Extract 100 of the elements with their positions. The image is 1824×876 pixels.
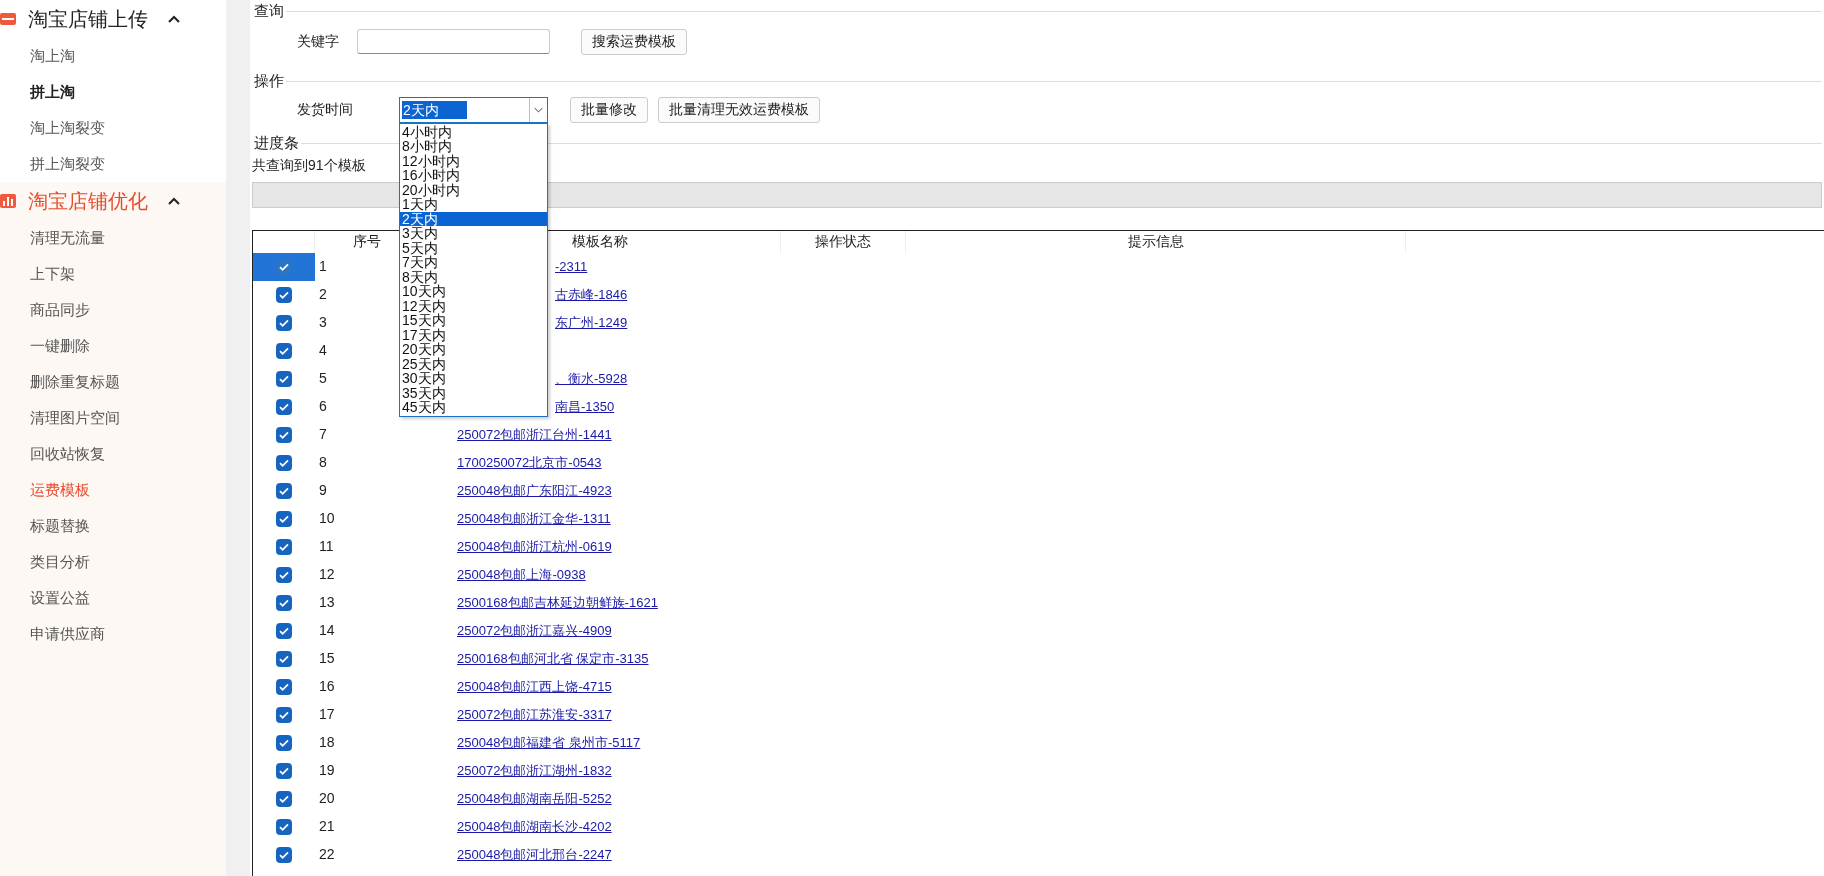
sidebar-group-title[interactable]: 淘宝店铺优化 — [28, 186, 148, 216]
checkbox[interactable] — [276, 594, 292, 611]
dropdown-option[interactable]: 35天内 — [400, 385, 547, 400]
checkbox[interactable] — [276, 734, 292, 751]
selected-cell[interactable] — [253, 252, 315, 281]
template-link[interactable]: 250072包邮浙江湖州-1832 — [457, 763, 612, 778]
checkbox[interactable] — [276, 678, 292, 695]
template-link[interactable]: 、衡水-5928 — [555, 371, 628, 386]
checkbox[interactable] — [276, 818, 292, 835]
column-header: 提示信息 — [906, 230, 1406, 253]
row-number: 11 — [319, 538, 334, 554]
template-link[interactable]: 250048包邮河北邢台-2247 — [457, 847, 612, 862]
dropdown-option[interactable]: 20小时内 — [400, 182, 547, 197]
dropdown-option[interactable]: 7天内 — [400, 255, 547, 270]
checkbox[interactable] — [276, 566, 292, 583]
checkbox[interactable] — [276, 398, 292, 415]
template-link[interactable]: 东广州-1249 — [555, 315, 628, 330]
dropdown-option[interactable]: 16小时内 — [400, 168, 547, 183]
batch-button[interactable]: 批量清理无效运费模板 — [658, 96, 820, 123]
template-link[interactable]: 250048包邮上海-0938 — [457, 567, 586, 582]
column-header: 操作状态 — [781, 230, 906, 253]
dropdown-option[interactable]: 10天内 — [400, 284, 547, 299]
sidebar-item[interactable]: 拼上淘 — [30, 80, 75, 104]
template-link[interactable]: 南昌-1350 — [555, 399, 615, 414]
checkbox[interactable] — [276, 370, 292, 387]
row-number: 14 — [319, 622, 335, 638]
template-link[interactable]: 2500168包邮河北省 保定市-3135 — [457, 651, 649, 666]
dropdown-option[interactable]: 30天内 — [400, 371, 547, 386]
sidebar-item[interactable]: 回收站恢复 — [30, 442, 105, 466]
template-link[interactable]: 250048包邮江西上饶-4715 — [457, 679, 612, 694]
template-link[interactable]: -2311 — [555, 259, 588, 274]
row-number: 10 — [319, 510, 335, 526]
dropdown-option[interactable]: 3天内 — [400, 226, 547, 241]
checkbox[interactable] — [276, 258, 292, 275]
dropdown-option[interactable]: 12天内 — [400, 298, 547, 313]
row-number: 21 — [319, 818, 335, 834]
template-link[interactable]: 古赤峰-1846 — [555, 287, 628, 302]
sidebar-item[interactable]: 清理无流量 — [30, 226, 105, 250]
dropdown-option[interactable]: 4小时内 — [400, 124, 547, 139]
dropdown-option[interactable]: 15天内 — [400, 313, 547, 328]
search-button[interactable]: 搜索运费模板 — [581, 28, 687, 55]
dropdown-option[interactable]: 5天内 — [400, 240, 547, 255]
sidebar-item[interactable]: 类目分析 — [30, 550, 90, 574]
checkbox[interactable] — [276, 426, 292, 443]
checkbox[interactable] — [276, 510, 292, 527]
template-link[interactable]: 2500168包邮吉林延边朝鲜族-1621 — [457, 595, 658, 610]
checkbox[interactable] — [276, 622, 292, 639]
checkbox[interactable] — [276, 286, 292, 303]
sidebar-item[interactable]: 删除重复标题 — [30, 370, 120, 394]
sidebar-item[interactable]: 标题替换 — [30, 514, 90, 538]
sidebar-item[interactable]: 拼上淘裂变 — [30, 152, 105, 176]
template-link[interactable]: 250048包邮浙江金华-1311 — [457, 511, 611, 526]
checkbox[interactable] — [276, 790, 292, 807]
template-link[interactable]: 250072包邮江苏淮安-3317 — [457, 707, 612, 722]
dropdown-option[interactable]: 45天内 — [400, 400, 547, 415]
checkbox[interactable] — [276, 342, 292, 359]
sidebar-item[interactable]: 一键删除 — [30, 334, 90, 358]
checkbox[interactable] — [276, 454, 292, 471]
row-number: 18 — [319, 734, 335, 750]
template-link[interactable]: 250048包邮广东阳江-4923 — [457, 483, 612, 498]
template-link[interactable]: 1700250072北京市-0543 — [457, 455, 602, 470]
template-link[interactable]: 250048包邮湖南长沙-4202 — [457, 819, 612, 834]
template-link[interactable]: 250048包邮浙江杭州-0619 — [457, 539, 612, 554]
sidebar-item[interactable]: 运费模板 — [30, 478, 90, 502]
row-number: 1 — [319, 258, 327, 274]
sidebar-item[interactable]: 商品同步 — [30, 298, 90, 322]
dropdown-option[interactable]: 20天内 — [400, 342, 547, 357]
row-number: 3 — [319, 314, 327, 330]
checkbox[interactable] — [276, 314, 292, 331]
template-link[interactable]: 250072包邮浙江嘉兴-4909 — [457, 623, 612, 638]
dropdown-option[interactable]: 12小时内 — [400, 153, 547, 168]
row-number: 2 — [319, 286, 327, 302]
section-title: 进度条 — [253, 133, 300, 153]
sidebar-item[interactable]: 上下架 — [30, 262, 75, 286]
template-link[interactable]: 250048包邮湖南岳阳-5252 — [457, 791, 612, 806]
sidebar-item[interactable]: 淘上淘裂变 — [30, 116, 105, 140]
keyword-input[interactable] — [357, 29, 550, 54]
row-number: 19 — [319, 762, 335, 778]
checkbox[interactable] — [276, 706, 292, 723]
checkbox[interactable] — [276, 482, 292, 499]
dropdown-option[interactable]: 2天内 — [400, 211, 547, 226]
checkbox[interactable] — [276, 650, 292, 667]
dropdown-option[interactable]: 17天内 — [400, 327, 547, 342]
sidebar-item[interactable]: 申请供应商 — [30, 622, 105, 646]
row-number: 7 — [319, 426, 327, 442]
checkbox[interactable] — [276, 762, 292, 779]
sidebar-item[interactable]: 淘上淘 — [30, 44, 75, 68]
sidebar-item[interactable]: 设置公益 — [30, 586, 90, 610]
dropdown-option[interactable]: 1天内 — [400, 197, 547, 212]
sidebar-group-title[interactable]: 淘宝店铺上传 — [28, 4, 148, 34]
dropdown-option[interactable]: 25天内 — [400, 356, 547, 371]
template-link[interactable]: 250048包邮福建省 泉州市-5117 — [457, 735, 641, 750]
row-number: 6 — [319, 398, 327, 414]
sidebar-item[interactable]: 清理图片空间 — [30, 406, 120, 430]
dropdown-option[interactable]: 8天内 — [400, 269, 547, 284]
checkbox[interactable] — [276, 538, 292, 555]
checkbox[interactable] — [276, 846, 292, 863]
dropdown-option[interactable]: 8小时内 — [400, 139, 547, 154]
template-link[interactable]: 250072包邮浙江台州-1441 — [457, 427, 612, 442]
batch-button[interactable]: 批量修改 — [570, 96, 648, 123]
